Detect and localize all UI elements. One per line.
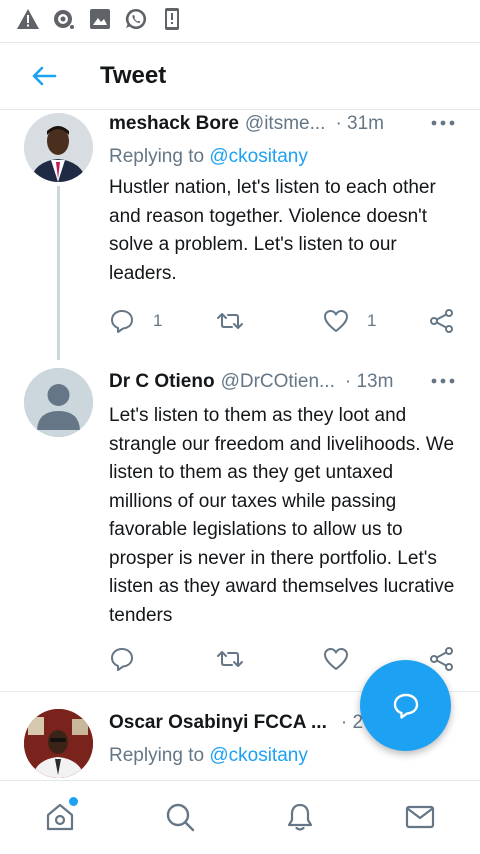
nav-home[interactable] xyxy=(40,797,80,837)
reply-bubble-icon xyxy=(393,693,418,719)
avatar[interactable] xyxy=(24,113,93,182)
more-options-button[interactable] xyxy=(428,371,458,391)
mention-link[interactable]: @ckositany xyxy=(209,146,308,167)
nav-messages[interactable] xyxy=(400,797,440,837)
retweet-button[interactable] xyxy=(216,306,244,336)
more-options-button[interactable] xyxy=(428,113,458,133)
replying-label: Replying to xyxy=(109,745,205,766)
tweet-timestamp: · 31m xyxy=(335,113,385,134)
tweet-item[interactable]: meshack Bore @itsme... · 31m Replying to… xyxy=(0,111,480,363)
notification-dot xyxy=(69,797,78,806)
status-bar xyxy=(0,0,480,38)
hotspot-icon xyxy=(52,7,76,31)
tweet-text: Let's listen to them as they loot and st… xyxy=(109,405,455,626)
avatar[interactable] xyxy=(24,368,93,437)
author-handle[interactable]: @DrCOtien... xyxy=(221,371,335,393)
back-button[interactable] xyxy=(26,58,62,94)
default-avatar-icon xyxy=(24,368,93,437)
comment-icon xyxy=(111,648,133,671)
compose-reply-button[interactable] xyxy=(360,660,451,751)
like-button[interactable]: 1 xyxy=(323,306,376,336)
share-icon xyxy=(430,647,453,671)
mention-link[interactable]: @ckositany xyxy=(209,745,308,766)
tweet-header: Dr C Otieno @DrCOtien... · 13m xyxy=(109,369,458,395)
tweet-timestamp: · 13m xyxy=(344,371,394,392)
top-app-bar: Tweet xyxy=(0,42,480,110)
author-handle[interactable]: @itsme... xyxy=(245,113,326,135)
whatsapp-icon xyxy=(124,7,148,31)
thread-connector-line xyxy=(57,186,60,360)
tweet-content: Dr C Otieno @DrCOtien... · 13m Let's lis… xyxy=(109,369,458,630)
reply-count: 1 xyxy=(153,311,163,330)
heart-icon xyxy=(324,648,348,670)
phone-alert-icon xyxy=(160,7,184,31)
replying-label: Replying to xyxy=(109,146,205,167)
arrow-left-icon xyxy=(32,66,57,86)
like-button[interactable] xyxy=(323,644,349,674)
retweet-button[interactable] xyxy=(216,644,244,674)
retweet-icon xyxy=(217,313,243,329)
page-title: Tweet xyxy=(100,62,167,89)
replying-to: Replying to @ckositany xyxy=(109,145,458,169)
tweet-content: meshack Bore @itsme... · 31m Replying to… xyxy=(109,111,458,288)
nav-search[interactable] xyxy=(160,797,200,837)
tweet-text: Hustler nation, let's listen to each oth… xyxy=(109,177,436,284)
reply-button[interactable]: 1 xyxy=(109,306,162,336)
more-dots-icon xyxy=(431,378,455,384)
share-icon xyxy=(430,309,453,333)
bottom-navigation xyxy=(0,780,480,854)
comment-icon xyxy=(111,310,133,333)
tweet-item[interactable]: Dr C Otieno @DrCOtien... · 13m Let's lis… xyxy=(0,363,480,691)
nav-notifications[interactable] xyxy=(280,797,320,837)
search-icon xyxy=(166,803,195,832)
envelope-icon xyxy=(405,805,435,829)
alert-icon xyxy=(16,7,40,31)
bell-icon xyxy=(287,803,313,831)
share-button[interactable] xyxy=(429,306,455,336)
heart-icon xyxy=(324,310,348,332)
author-name[interactable]: Oscar Osabinyi FCCA ... xyxy=(109,712,327,734)
author-name[interactable]: Dr C Otieno xyxy=(109,371,215,393)
gallery-icon xyxy=(88,7,112,31)
avatar[interactable] xyxy=(24,709,93,778)
retweet-icon xyxy=(217,651,243,667)
like-count: 1 xyxy=(367,311,377,330)
tweet-header: meshack Bore @itsme... · 31m xyxy=(109,111,458,137)
tweet-actions: 1 1 xyxy=(109,306,459,336)
author-name[interactable]: meshack Bore xyxy=(109,113,239,135)
reply-button[interactable] xyxy=(109,644,153,674)
tweet-timestamp: · 2 xyxy=(340,712,364,733)
more-dots-icon xyxy=(431,120,455,126)
